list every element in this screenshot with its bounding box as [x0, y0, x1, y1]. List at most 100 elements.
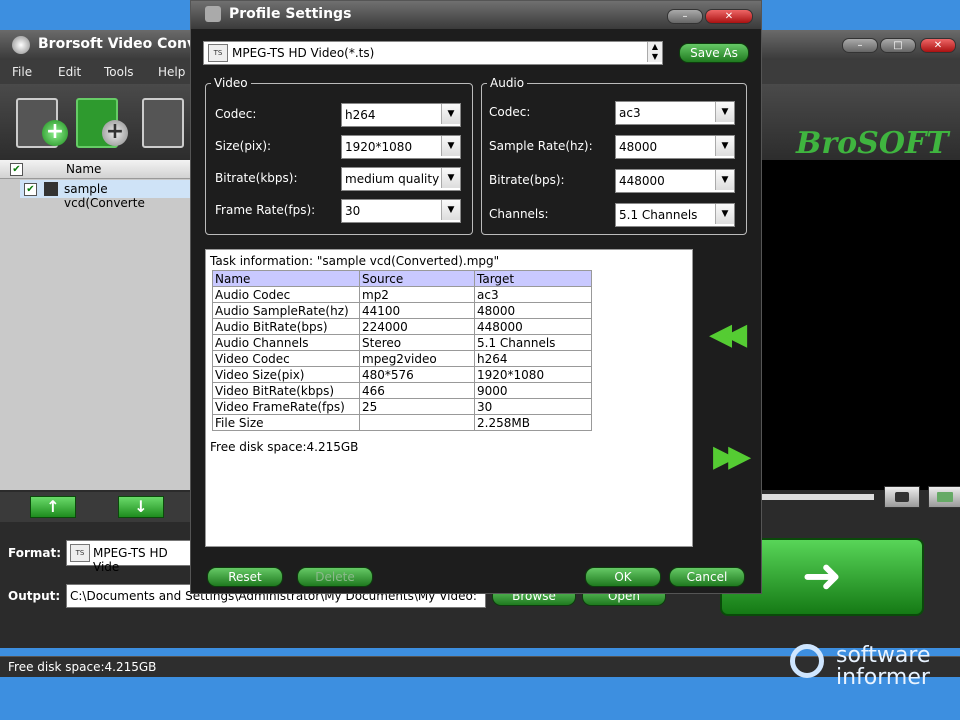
edit-3d-button[interactable]	[142, 94, 190, 148]
profile-select[interactable]: TS MPEG-TS HD Video(*.ts) ▲ ▼	[203, 41, 663, 65]
menu-help[interactable]: Help	[158, 65, 185, 79]
video-size-label: Size(pix):	[215, 139, 272, 153]
ok-button[interactable]: OK	[585, 567, 661, 587]
table-cell: Video Codec	[212, 350, 360, 367]
dialog-app-icon	[205, 6, 221, 22]
video-framerate-value: 30	[345, 204, 361, 218]
plus-icon: +	[42, 120, 68, 146]
table-row: Video Codec mpeg2video h264	[212, 350, 592, 367]
video-size-select[interactable]: 1920*1080 ▼	[341, 135, 461, 159]
table-cell: 1920*1080	[474, 366, 592, 383]
chevron-down-icon: ▼	[715, 136, 734, 156]
profile-spinner-icon[interactable]: ▲ ▼	[647, 42, 662, 62]
app-logo-icon	[12, 36, 30, 54]
format-label: Format:	[8, 546, 62, 560]
cancel-button[interactable]: Cancel	[669, 567, 745, 587]
table-cell: 480*576	[359, 366, 475, 383]
table-cell: mp2	[359, 286, 475, 303]
chevron-down-icon: ▼	[441, 104, 460, 124]
table-cell: 448000	[474, 318, 592, 335]
select-all-checkbox[interactable]: ✔	[10, 163, 23, 176]
forward-arrow-icon[interactable]: ▶▶	[713, 439, 751, 474]
table-row: Audio BitRate(bps) 224000 448000	[212, 318, 592, 335]
audio-channels-select[interactable]: 5.1 Channels ▼	[615, 203, 735, 227]
chevron-down-icon: ▼	[441, 168, 460, 188]
chevron-down-icon: ▼	[441, 136, 460, 156]
close-button[interactable]: ✕	[920, 38, 956, 53]
folder-icon	[937, 492, 953, 502]
video-framerate-label: Frame Rate(fps):	[215, 203, 316, 217]
table-header-name: Name	[212, 270, 360, 287]
audio-channels-value: 5.1 Channels	[619, 208, 698, 222]
table-header-row: Name Source Target	[212, 270, 592, 287]
save-as-button[interactable]: Save As	[679, 43, 749, 63]
video-framerate-select[interactable]: 30 ▼	[341, 199, 461, 223]
software-informer-logo-icon	[790, 644, 824, 678]
audio-codec-label: Codec:	[489, 105, 531, 119]
video-bitrate-value: medium quality	[345, 172, 440, 186]
dialog-close-button[interactable]: ✕	[705, 9, 753, 24]
table-cell: Video FrameRate(fps)	[212, 398, 360, 415]
table-row: Audio Codec mp2 ac3	[212, 286, 592, 303]
file-checkbox[interactable]: ✔	[24, 183, 37, 196]
plus-icon: +	[102, 120, 128, 146]
chevron-down-icon: ▼	[715, 204, 734, 224]
reset-button[interactable]: Reset	[207, 567, 283, 587]
file-name: sample vcd(Converte	[64, 182, 145, 210]
chevron-down-icon: ▼	[715, 170, 734, 190]
add-video-button[interactable]: +	[16, 94, 68, 148]
snapshot-button[interactable]	[884, 486, 920, 508]
table-cell: 2.258MB	[474, 414, 592, 431]
table-header-target: Target	[474, 270, 592, 287]
dialog-titlebar: Profile Settings – ✕	[191, 1, 761, 29]
format-select[interactable]: TS MPEG-TS HD Vide	[66, 540, 194, 574]
brand-logo: BroSOFT	[796, 126, 949, 161]
video-codec-value: h264	[345, 108, 376, 122]
name-column-header[interactable]: Name	[66, 162, 101, 176]
audio-bitrate-select[interactable]: 448000 ▼	[615, 169, 735, 193]
maximize-button[interactable]: □	[880, 38, 916, 53]
video-codec-select[interactable]: h264 ▼	[341, 103, 461, 127]
audio-samplerate-select[interactable]: 48000 ▼	[615, 135, 735, 159]
open-folder-button[interactable]	[928, 486, 960, 508]
move-up-button[interactable]: ↑	[30, 496, 76, 518]
ts-format-icon: TS	[70, 544, 90, 562]
video-bitrate-select[interactable]: medium quality ▼	[341, 167, 461, 191]
menu-file[interactable]: File	[12, 65, 32, 79]
chevron-down-icon: ▼	[715, 102, 734, 122]
move-down-button[interactable]: ↓	[118, 496, 164, 518]
profile-settings-dialog: Profile Settings – ✕ TS MPEG-TS HD Video…	[190, 0, 762, 594]
table-cell: Audio BitRate(bps)	[212, 318, 360, 335]
table-cell: 9000	[474, 382, 592, 399]
watermark-line2: informer	[836, 665, 930, 690]
conversion-info-table: Name Source Target Audio Codec mp2 ac3 Aud…	[212, 270, 592, 431]
table-cell: Video BitRate(kbps)	[212, 382, 360, 399]
minimize-button[interactable]: –	[842, 38, 878, 53]
video-bitrate-label: Bitrate(kbps):	[215, 171, 298, 185]
table-cell: Audio SampleRate(hz)	[212, 302, 360, 319]
delete-button[interactable]: Delete	[297, 567, 373, 587]
table-row: Audio Channels Stereo 5.1 Channels	[212, 334, 592, 351]
table-cell: 224000	[359, 318, 475, 335]
ts-format-icon: TS	[208, 44, 228, 62]
audio-codec-select[interactable]: ac3 ▼	[615, 101, 735, 125]
add-folder-button[interactable]: +	[76, 94, 128, 148]
audio-channels-label: Channels:	[489, 207, 549, 221]
status-free-disk: Free disk space:4.215GB	[8, 660, 157, 674]
menu-edit[interactable]: Edit	[58, 65, 81, 79]
table-cell: Audio Channels	[212, 334, 360, 351]
table-row: Video FrameRate(fps) 25 30	[212, 398, 592, 415]
playback-slider[interactable]	[760, 494, 874, 500]
table-cell: ac3	[474, 286, 592, 303]
audio-bitrate-label: Bitrate(bps):	[489, 173, 565, 187]
table-cell: 466	[359, 382, 475, 399]
preview-screen	[760, 160, 960, 490]
file-row[interactable]: ✔ sample vcd(Converte	[20, 180, 190, 210]
table-cell: File Size	[212, 414, 360, 431]
rewind-arrow-icon[interactable]: ◀◀	[709, 317, 747, 352]
audio-bitrate-value: 448000	[619, 174, 665, 188]
table-cell: 5.1 Channels	[474, 334, 592, 351]
menu-tools[interactable]: Tools	[104, 65, 134, 79]
dialog-minimize-button[interactable]: –	[667, 9, 703, 24]
table-cell	[359, 414, 475, 431]
